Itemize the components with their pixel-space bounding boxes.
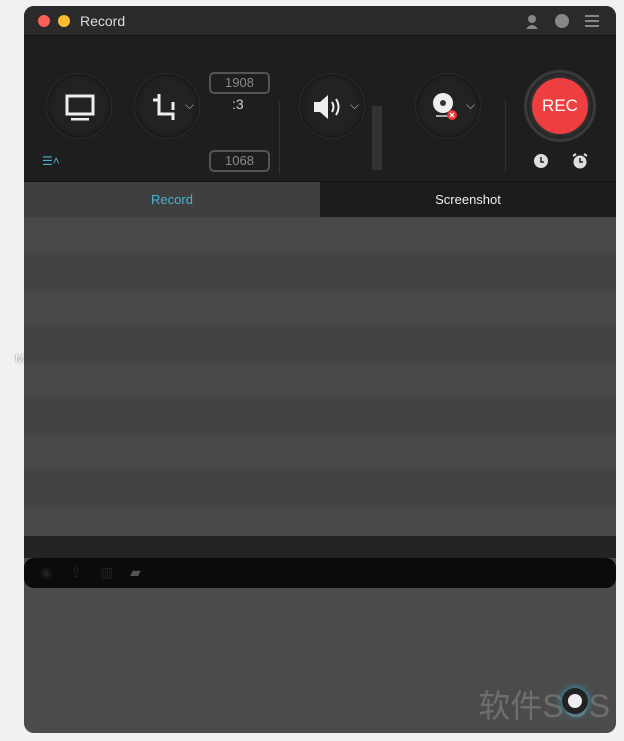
title-bar: Record: [24, 6, 616, 36]
desktop-icon-label: AMac: [0, 340, 24, 366]
clock-icon[interactable]: [533, 153, 549, 169]
volume-level-bar[interactable]: [372, 106, 382, 170]
minimize-button[interactable]: [58, 15, 70, 27]
list-row: [24, 253, 616, 289]
share-icon[interactable]: ⇪: [70, 564, 86, 580]
list-row: [24, 469, 616, 505]
account-icon[interactable]: [524, 13, 540, 29]
chat-icon[interactable]: [554, 13, 570, 29]
window-title: Record: [80, 13, 126, 29]
list-row: [24, 217, 616, 253]
bottom-toolbar: ◉ ⇪ ▥ ▰: [24, 558, 616, 588]
desktop-label-2: Mac: [15, 353, 24, 365]
chevron-down-icon: ⌵: [466, 98, 476, 112]
folder-icon[interactable]: ▰: [130, 564, 146, 580]
record-window: Record ⌵ 1908 :3 1068 ⌵ ⌵ REC ☰˄ Record …: [24, 6, 616, 733]
recording-list: [24, 217, 616, 541]
list-row: [24, 433, 616, 469]
rec-label: REC: [532, 78, 588, 134]
list-row: [24, 397, 616, 433]
watermark: 软件SOS: [478, 688, 610, 724]
trash-icon[interactable]: ▥: [100, 564, 116, 580]
list-row: [24, 325, 616, 361]
link-ratio-icon[interactable]: :3: [232, 96, 244, 112]
width-input[interactable]: 1908: [209, 72, 270, 94]
desktop-label-1: A: [0, 340, 24, 353]
alarm-icon[interactable]: [571, 152, 589, 170]
menu-icon[interactable]: [584, 13, 600, 29]
divider: [279, 102, 280, 174]
tab-screenshot[interactable]: Screenshot: [320, 182, 616, 217]
custom-region-button[interactable]: ⌵: [134, 73, 200, 139]
full-screen-button[interactable]: [46, 73, 112, 139]
close-button[interactable]: [38, 15, 50, 27]
rec-button[interactable]: REC: [524, 70, 596, 142]
list-row: [24, 289, 616, 325]
height-input[interactable]: 1068: [209, 150, 270, 172]
divider: [505, 100, 506, 172]
chevron-down-icon: ⌵: [350, 98, 360, 112]
tab-record[interactable]: Record: [24, 182, 320, 217]
control-panel: ⌵ 1908 :3 1068 ⌵ ⌵ REC ☰˄: [24, 36, 616, 182]
tab-bar: Record Screenshot: [24, 182, 616, 217]
monitor-icon: [65, 94, 95, 121]
assistant-bubble[interactable]: [562, 688, 588, 714]
eye-icon[interactable]: ◉: [40, 564, 56, 580]
assistant-icon: [568, 694, 582, 708]
system-sound-button[interactable]: ⌵: [299, 73, 365, 139]
list-row: [24, 361, 616, 397]
history-list-icon[interactable]: ☰˄: [42, 154, 60, 168]
webcam-button[interactable]: ⌵: [415, 73, 481, 139]
chevron-down-icon: ⌵: [185, 98, 195, 112]
list-footer: [24, 536, 616, 558]
